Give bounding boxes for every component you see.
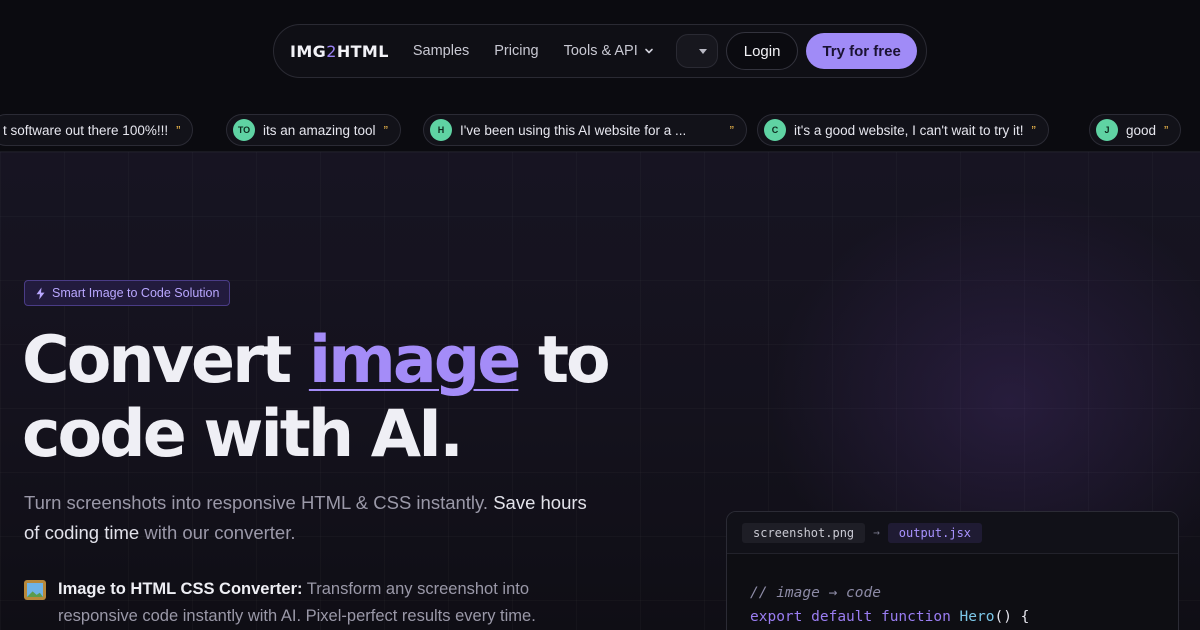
testimonial-chip: C it's a good website, I can't wait to t… [757,114,1049,146]
testimonial-text: its an amazing tool [263,122,376,138]
main-nav: IMG2HTML Samples Pricing Tools & API Log… [273,24,927,78]
file-tabs: screenshot.png → output.jsx [727,512,1178,554]
avatar: TO [233,119,255,141]
hero-headline: Convert image to code with AI. [22,324,662,472]
caret-down-icon [698,48,707,54]
quote-icon: ” [176,122,181,138]
logo[interactable]: IMG2HTML [290,42,389,61]
logo-suffix: HTML [336,41,389,61]
code-block: // image → code export default function … [727,554,1178,629]
arrow-right-icon: → [873,526,880,539]
nav-link-pricing[interactable]: Pricing [494,43,538,59]
code-keyword: function [880,609,951,625]
feature-description: Image to HTML CSS Converter: Transform a… [58,576,584,630]
testimonials-marquee: t software out there 100%!!! ” TO its an… [0,104,1200,152]
code-punctuation: () { [994,609,1030,625]
testimonial-chip: H I've been using this AI website for a … [423,114,747,146]
testimonial-text: it's a good website, I can't wait to try… [794,122,1024,138]
headline-part: Convert [22,323,309,398]
subtitle-text: with our converter. [139,522,296,543]
testimonial-text: I've been using this AI website for a ..… [460,122,687,138]
lightning-icon [36,287,45,299]
testimonial-text: t software out there 100%!!! [3,122,169,138]
headline-highlight: image [308,323,521,398]
hero-subtitle: Turn screenshots into responsive HTML & … [24,488,604,548]
feature-item: Image to HTML CSS Converter: Transform a… [24,576,584,630]
top-bar: IMG2HTML Samples Pricing Tools & API Log… [0,0,1200,104]
tab-input-file[interactable]: screenshot.png [742,522,866,543]
code-keyword: export [750,609,803,625]
login-button[interactable]: Login [725,32,799,70]
code-preview-window: screenshot.png → output.jsx // image → c… [726,511,1179,630]
testimonial-text: good [1126,122,1157,138]
testimonial-chip: t software out there 100%!!! ” [0,114,194,146]
badge-label: Smart Image to Code Solution [52,286,220,300]
code-function-name: Hero [959,609,995,625]
try-for-free-button[interactable]: Try for free [806,33,917,69]
solution-badge: Smart Image to Code Solution [24,280,231,306]
nav-link-tools-api[interactable]: Tools & API [564,43,654,59]
quote-icon: ” [1031,122,1036,138]
logo-prefix: IMG [290,41,327,61]
testimonial-chip: TO its an amazing tool ” [226,114,401,146]
code-keyword: default [811,609,873,625]
code-comment: // image → code [750,585,881,601]
avatar: C [764,119,786,141]
avatar: J [1096,119,1118,141]
headline-part: to [518,323,611,398]
logo-two: 2 [326,41,337,61]
quote-icon: ” [729,122,734,138]
tab-output-file[interactable]: output.jsx [887,522,983,543]
feature-title: Image to HTML CSS Converter: [58,580,303,598]
hero-section: Smart Image to Code Solution Convert ima… [0,152,1200,630]
nav-link-tools-label: Tools & API [563,43,638,59]
headline-part: code with AI. [22,397,464,472]
quote-icon: ” [383,122,388,138]
framed-picture-icon [24,580,46,600]
quote-icon: ” [1164,122,1169,138]
subtitle-text: Turn screenshots into responsive HTML & … [24,492,494,513]
avatar: H [430,119,452,141]
testimonial-chip: J good ” [1089,114,1182,146]
language-select[interactable] [675,34,718,68]
chevron-down-icon [644,48,653,54]
nav-link-samples[interactable]: Samples [413,43,469,59]
